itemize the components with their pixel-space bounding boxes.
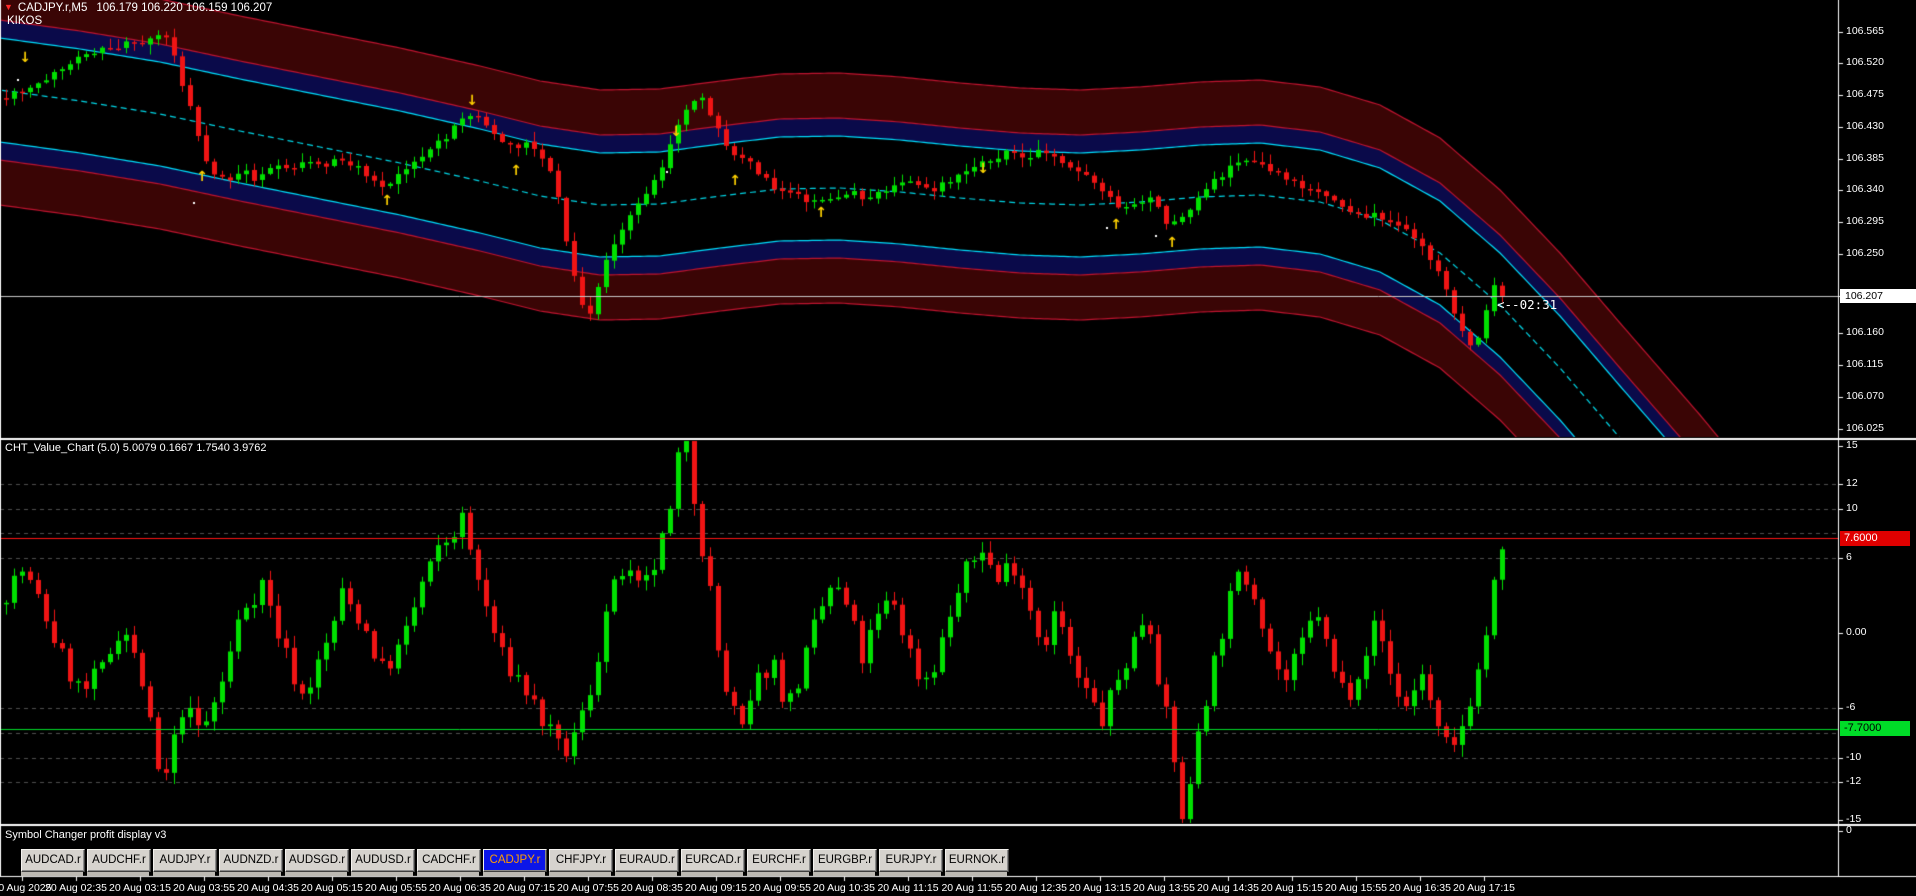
time-axis-label: 20 Aug 03:55	[173, 882, 235, 894]
symbol-button-eurnok-r[interactable]: EURNOK.r	[945, 849, 1009, 872]
price-axis-label: 106.025	[1846, 422, 1884, 435]
indicator-label-kikos: KIKOS	[7, 15, 42, 27]
symbol-button-cadchf-r[interactable]: CADCHF.r	[417, 849, 481, 872]
value-axis-label: 10	[1846, 502, 1858, 515]
price-axis-label: 106.520	[1846, 56, 1884, 69]
candle-countdown-label: <--02:31	[1497, 297, 1557, 312]
time-axis-label: 20 Aug 15:15	[1261, 882, 1323, 894]
value-axis-label: -12	[1846, 775, 1861, 788]
symbol-button-eurgbp-r[interactable]: EURGBP.r	[813, 849, 877, 872]
upper-level-label: 7.6000	[1840, 531, 1910, 546]
value-axis-label: -10	[1846, 751, 1861, 764]
chart-title: ▼ CADJPY.r,M5 106.179 106.220 106.159 106.…	[4, 2, 272, 14]
time-axis[interactable]: 20 Aug 202520 Aug 02:3520 Aug 03:1520 Au…	[0, 877, 1916, 896]
symbol-button-stub	[945, 872, 1007, 876]
time-axis-label: 20 Aug 09:15	[685, 882, 747, 894]
chart-symbol-timeframe: CADJPY.r,M5	[18, 2, 87, 14]
price-axis-label: 106.385	[1846, 152, 1884, 165]
symbol-button-stub	[285, 872, 347, 876]
time-axis-label: 20 Aug 09:55	[749, 882, 811, 894]
symbol-button-stub	[879, 872, 941, 876]
value-chart-title: CHT_Value_Chart (5.0) 5.0079 0.1667 1.75…	[5, 442, 267, 454]
value-axis[interactable]: 15121060.00-6-10-12-15	[1840, 440, 1916, 824]
time-axis-label: 20 Aug 11:55	[941, 882, 1002, 894]
chart-dropdown-icon[interactable]: ▼	[4, 2, 13, 12]
time-axis-label: 20 Aug 16:35	[1389, 882, 1451, 894]
time-axis-label: 20 Aug 08:35	[621, 882, 683, 894]
time-axis-label: 20 Aug 07:15	[493, 882, 555, 894]
symbol-button-stub	[21, 872, 83, 876]
symbol-button-stub	[747, 872, 809, 876]
price-axis-label: 106.565	[1846, 25, 1884, 38]
time-axis-label: 20 Aug 2025	[0, 882, 51, 894]
time-axis-label: 20 Aug 06:35	[429, 882, 491, 894]
symbol-button-audchf-r[interactable]: AUDCHF.r	[87, 849, 151, 872]
symbol-button-audcad-r[interactable]: AUDCAD.r	[21, 849, 85, 872]
time-axis-label: 20 Aug 14:35	[1197, 882, 1259, 894]
value-axis-label: 12	[1846, 477, 1858, 490]
symbol-button-audnzd-r[interactable]: AUDNZD.r	[219, 849, 283, 872]
value-axis-label: -6	[1846, 701, 1855, 714]
price-axis-label: 106.070	[1846, 390, 1884, 403]
price-axis-label: 106.340	[1846, 183, 1884, 196]
time-axis-label: 20 Aug 13:55	[1133, 882, 1195, 894]
price-axis-label: 106.250	[1846, 247, 1884, 260]
symbol-button-cadjpy-r[interactable]: CADJPY.r	[483, 849, 547, 872]
chart-ohlc-values: 106.179 106.220 106.159 106.207	[96, 2, 272, 14]
lower-level-label: -7.7000	[1840, 721, 1910, 736]
value-axis-label: 0.00	[1846, 626, 1866, 639]
symbol-button-stub	[549, 872, 611, 876]
time-axis-label: 20 Aug 05:15	[301, 882, 363, 894]
mt4-chart-window: ▼ CADJPY.r,M5 106.179 106.220 106.159 106.…	[0, 0, 1916, 896]
symbol-button-stub	[417, 872, 479, 876]
symbol-button-stub	[87, 872, 149, 876]
time-axis-label: 20 Aug 15:55	[1325, 882, 1387, 894]
price-axis-label: 106.475	[1846, 88, 1884, 101]
symbol-button-stub	[153, 872, 215, 876]
price-axis-label: 106.430	[1846, 120, 1884, 133]
symbol-button-stub	[615, 872, 677, 876]
chart-canvas[interactable]	[0, 0, 1916, 896]
price-axis-label: 106.115	[1846, 358, 1883, 371]
symbol-panel-title: Symbol Changer profit display v3	[5, 829, 166, 841]
time-axis-label: 20 Aug 11:15	[877, 882, 938, 894]
time-axis-label: 20 Aug 07:55	[557, 882, 619, 894]
symbol-buttons-row: AUDCAD.rAUDCHF.rAUDJPY.rAUDNZD.rAUDSGD.r…	[0, 849, 1916, 871]
symbol-button-audjpy-r[interactable]: AUDJPY.r	[153, 849, 217, 872]
value-axis-label: 6	[1846, 551, 1852, 564]
symbol-button-euraud-r[interactable]: EURAUD.r	[615, 849, 679, 872]
symbol-button-stub	[681, 872, 743, 876]
time-axis-label: 20 Aug 12:35	[1005, 882, 1067, 894]
time-axis-label: 20 Aug 10:35	[813, 882, 875, 894]
value-axis-label: 15	[1846, 439, 1858, 452]
price-axis-label: 106.160	[1846, 326, 1884, 339]
symbol-buttons-second-row-stub	[0, 872, 1916, 876]
symbol-button-stub	[351, 872, 413, 876]
time-axis-label: 20 Aug 13:15	[1069, 882, 1131, 894]
symbol-button-audusd-r[interactable]: AUDUSD.r	[351, 849, 415, 872]
profit-axis-zero-label: 0	[1846, 824, 1852, 837]
symbol-button-stub	[483, 872, 545, 876]
symbol-button-stub	[813, 872, 875, 876]
time-axis-label: 20 Aug 05:55	[365, 882, 427, 894]
symbol-button-eurjpy-r[interactable]: EURJPY.r	[879, 849, 943, 872]
symbol-button-chfjpy-r[interactable]: CHFJPY.r	[549, 849, 613, 872]
symbol-button-eurchf-r[interactable]: EURCHF.r	[747, 849, 811, 872]
current-price-label: 106.207	[1840, 289, 1916, 303]
time-axis-label: 20 Aug 02:35	[45, 882, 107, 894]
price-axis-label: 106.295	[1846, 215, 1884, 228]
symbol-button-stub	[219, 872, 281, 876]
time-axis-label: 20 Aug 17:15	[1453, 882, 1515, 894]
price-axis[interactable]: 106.565 106.520 106.475 106.430 106.385 106.3…	[1840, 0, 1916, 438]
time-axis-label: 20 Aug 04:35	[237, 882, 299, 894]
time-axis-label: 20 Aug 03:15	[109, 882, 171, 894]
symbol-button-audsgd-r[interactable]: AUDSGD.r	[285, 849, 349, 872]
symbol-button-eurcad-r[interactable]: EURCAD.r	[681, 849, 745, 872]
